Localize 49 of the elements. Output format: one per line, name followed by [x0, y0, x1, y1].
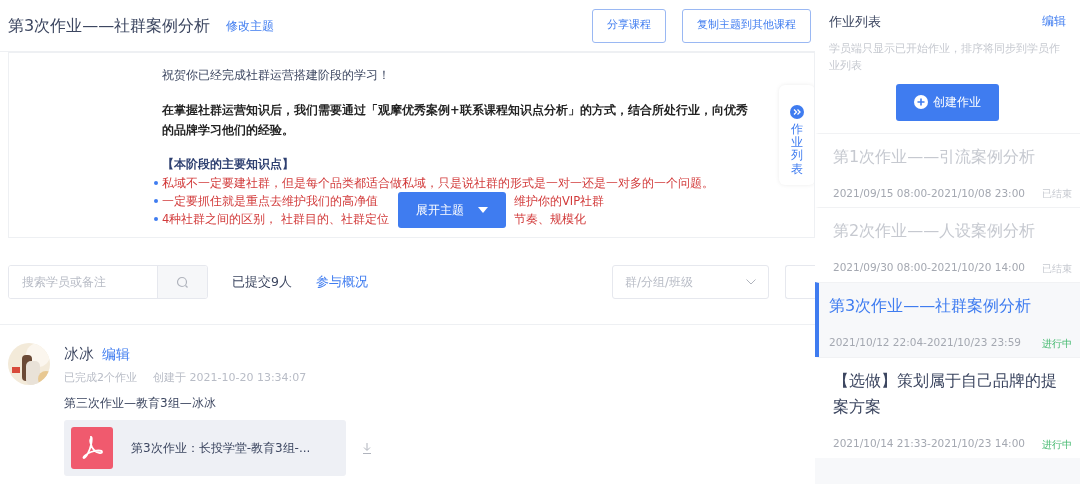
edit-link[interactable]: 编辑 — [1042, 12, 1066, 32]
edit-link[interactable]: 编辑 — [102, 343, 130, 365]
item-title: 【选做】策划属于自己品牌的提案方案 — [833, 369, 1058, 418]
pdf-icon — [71, 427, 113, 469]
submission-caption: 第三次作业—教育3组—冰冰 — [64, 395, 217, 412]
chevron-down-icon — [746, 279, 756, 285]
header-button[interactable]: 分享课程 — [592, 8, 666, 43]
search-icon — [176, 275, 189, 289]
expand-topic-button[interactable]: 展开主题 — [398, 191, 506, 228]
section-heading: 【本阶段的主要知识点】 — [162, 156, 294, 174]
completed-count: 已完成2个作业 — [64, 369, 137, 386]
list-text: 一定要抓住就是重点去维护我们的高净值 — [162, 192, 378, 210]
date-range: 2021/10/14 21:33-2021/10/23 14:00 — [833, 435, 1026, 451]
status-label: 进行中 — [1042, 437, 1072, 452]
plus-icon — [914, 95, 928, 109]
greeting-text: 祝贺你已经完成社群运营搭建阶段的学习！ — [162, 67, 391, 84]
header-button[interactable]: 复制主题到其他课程 — [682, 8, 811, 43]
item-title: 第1次作业——引流案例分析 — [833, 145, 1037, 168]
list-text: 节奏、规模化 — [514, 210, 586, 228]
assignment-title: 第3次作业——社群案例分析 — [8, 14, 211, 37]
create-assignment-button[interactable]: 创建作业 — [896, 83, 999, 121]
intro-paragraph: 在掌握社群运营知识后，我们需要通过「观摩优秀案例+联系课程知识点分析」的方式，结合所处行业，向优秀的品牌学习他们的经验。 — [162, 102, 749, 140]
item-title: 第3次作业——社群案例分析 — [829, 295, 1033, 317]
sidebar-title: 作业列表 — [829, 13, 881, 31]
double-chevron-icon — [790, 105, 804, 119]
list-text: 4种社群之间的区别， 社群目的、社群定位 — [162, 210, 389, 228]
overview-link[interactable]: 参与概况 — [315, 272, 368, 292]
file-name: 第3次作业：长投学堂-教育3组-... — [131, 440, 311, 457]
student-name: 冰冰 — [64, 344, 94, 365]
list-text: 私域不一定要建社群，但是每个品类都适合做私域，只是说社群的形式是一对一还是一对多的一个问题。 — [162, 174, 714, 192]
date-range: 2021/09/15 08:00-2021/10/08 23:00 — [833, 185, 1026, 201]
date-range: 2021/10/12 22:04-2021/10/23 23:59 — [829, 335, 1022, 350]
bullet-icon — [154, 180, 158, 185]
assignment-item[interactable]: 第3次作业——社群案例分析 2021/10/12 22:04-2021/10/23 23:59 进行中 — [815, 282, 1080, 357]
bullet-icon — [154, 216, 158, 221]
created-time: 创建于 2021-10-20 13:34:07 — [153, 369, 307, 386]
search-field[interactable]: 搜索学员或备注 — [8, 265, 208, 299]
list-text: 维护你的VIP社群 — [514, 192, 605, 210]
bullet-icon — [154, 198, 158, 203]
file-card[interactable]: 第3次作业：长投学堂-教育3组-... — [64, 420, 346, 476]
caret-icon — [478, 206, 488, 213]
assignment-list-tab[interactable]: 作业列表 — [779, 85, 814, 185]
submitted-count: 已提交9人 — [232, 272, 292, 291]
download-icon[interactable] — [362, 442, 372, 454]
assignment-item[interactable]: 【选做】策划属于自己品牌的提案方案 2021/10/14 21:33-2021/10/23 14:00 进行中 — [815, 356, 1080, 458]
date-range: 2021/09/30 08:00-2021/10/20 14:00 — [833, 260, 1026, 276]
edit-topic-link[interactable]: 修改主题 — [226, 16, 275, 35]
item-title: 第2次作业——人设案例分析 — [833, 220, 1037, 243]
status-label: 进行中 — [1042, 336, 1072, 351]
